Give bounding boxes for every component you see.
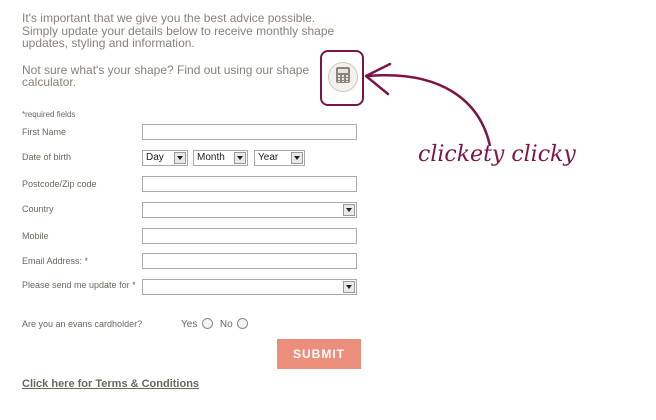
terms-link[interactable]: Click here for Terms & Conditions bbox=[22, 378, 199, 390]
submit-button[interactable]: SUBMIT bbox=[277, 339, 361, 369]
chevron-down-icon bbox=[343, 281, 355, 293]
dob-day-value: Day bbox=[146, 152, 164, 163]
country-label: Country bbox=[22, 204, 54, 214]
yes-radio[interactable] bbox=[202, 318, 214, 329]
email-field[interactable] bbox=[142, 253, 357, 269]
shape-calculator-button[interactable] bbox=[328, 62, 358, 92]
dob-month-select[interactable]: Month bbox=[193, 150, 248, 166]
first-name-label: First Name bbox=[22, 127, 67, 137]
country-select[interactable] bbox=[142, 202, 357, 218]
chevron-down-icon bbox=[291, 152, 303, 164]
no-radio[interactable] bbox=[237, 318, 249, 329]
cardholder-options: Yes No bbox=[181, 318, 249, 330]
email-label: Email Address: * bbox=[22, 256, 89, 266]
intro-text: It's important that we give you the best… bbox=[22, 12, 342, 89]
intro-paragraph-1: It's important that we give you the best… bbox=[22, 11, 335, 50]
intro-paragraph-2: Not sure what's your shape? Find out usi… bbox=[22, 62, 310, 89]
update-select[interactable] bbox=[142, 279, 357, 295]
dob-year-select[interactable]: Year bbox=[254, 150, 305, 166]
dob-year-value: Year bbox=[258, 152, 279, 163]
dob-label: Date of birth bbox=[22, 152, 72, 162]
postcode-field[interactable] bbox=[142, 176, 357, 192]
yes-label: Yes bbox=[181, 319, 198, 330]
annotation-text: clickety clicky bbox=[418, 142, 576, 167]
annotation-arrow bbox=[364, 62, 492, 147]
first-name-field[interactable] bbox=[142, 124, 357, 140]
dob-day-select[interactable]: Day bbox=[142, 150, 188, 166]
required-fields-note: *required fields bbox=[22, 110, 76, 119]
mobile-label: Mobile bbox=[22, 231, 49, 241]
chevron-down-icon bbox=[234, 152, 246, 164]
chevron-down-icon bbox=[343, 204, 355, 216]
calculator-icon bbox=[335, 66, 351, 89]
chevron-down-icon bbox=[174, 152, 186, 164]
dob-month-value: Month bbox=[197, 152, 225, 163]
cardholder-label: Are you an evans cardholder? bbox=[22, 319, 143, 329]
postcode-label: Postcode/Zip code bbox=[22, 179, 97, 189]
mobile-field[interactable] bbox=[142, 228, 357, 244]
update-label: Please send me update for * bbox=[22, 280, 136, 290]
no-label: No bbox=[219, 319, 233, 330]
calculator-highlight bbox=[320, 50, 364, 106]
